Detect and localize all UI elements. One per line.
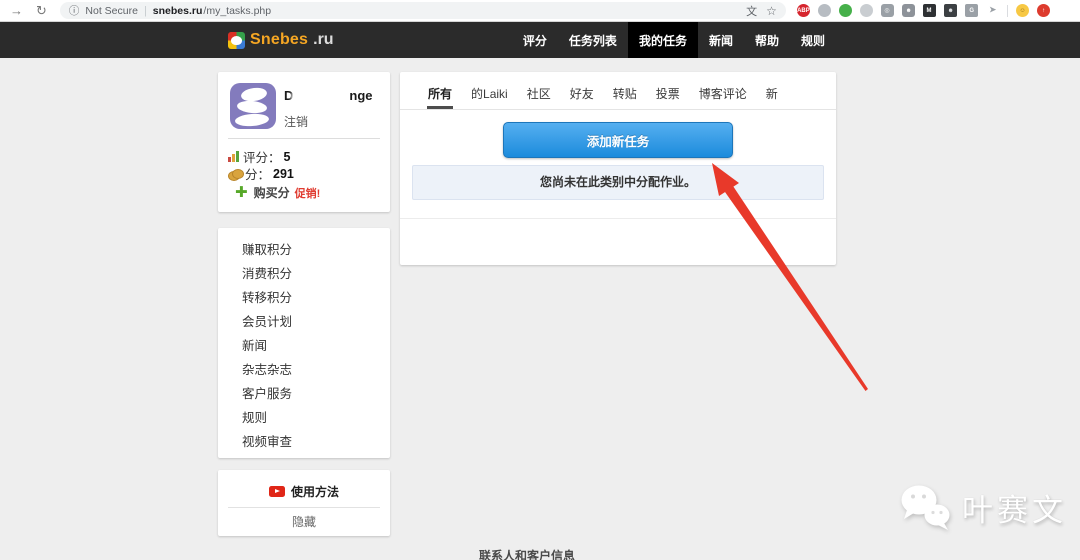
- sidebar-item-spend-points[interactable]: 消费积分: [218, 262, 390, 286]
- plus-icon: ✚: [235, 184, 248, 201]
- sidebar-item-news[interactable]: 新闻: [218, 334, 390, 358]
- nav-item-rating[interactable]: 评分: [512, 22, 558, 58]
- translate-icon[interactable]: 文: [746, 3, 757, 19]
- promo-badge: 促销!: [294, 187, 321, 200]
- browser-window: → ↻ ⓘ Not Secure | snebes.ru /my_tasks.p…: [0, 0, 1080, 560]
- youtube-icon: [268, 486, 285, 497]
- sidebar-item-video-review[interactable]: 视频审查: [218, 430, 390, 454]
- help-card: 使用方法 隐藏: [218, 470, 390, 536]
- smiley-extension-icon[interactable]: ☺: [1015, 4, 1029, 17]
- sidebar-item-rules[interactable]: 规则: [218, 406, 390, 430]
- tab-friends[interactable]: 好友: [569, 72, 595, 109]
- browser-toolbar: → ↻ ⓘ Not Secure | snebes.ru /my_tasks.p…: [0, 0, 1080, 22]
- tab-all[interactable]: 所有: [427, 72, 453, 109]
- hide-link[interactable]: 隐藏: [218, 513, 390, 530]
- sidebar-item-transfer-points[interactable]: 转移积分: [218, 286, 390, 310]
- buy-points-row[interactable]: ✚ 购买分 促销!: [235, 184, 320, 201]
- navbar-menu: 评分 任务列表 我的任务 新闻 帮助 规则: [512, 22, 836, 58]
- security-label: Not Secure: [85, 4, 138, 17]
- category-tabs: 所有 的Laiki 社区 好友 转贴 投票 博客评论新: [400, 72, 836, 110]
- tasks-panel-divider: [400, 218, 836, 219]
- nav-item-rules[interactable]: 规则: [790, 22, 836, 58]
- username-censor-mask: [293, 90, 350, 103]
- sidebar-item-earn-points[interactable]: 赚取积分: [218, 238, 390, 262]
- wechat-icon: [901, 485, 950, 530]
- usage-video-link[interactable]: 使用方法: [218, 483, 390, 500]
- forward-icon[interactable]: →: [10, 4, 23, 17]
- points-row: 分： 291: [228, 164, 294, 183]
- tab-new[interactable]: 新: [765, 72, 779, 109]
- hand-extension-icon[interactable]: [817, 4, 831, 17]
- url-host: snebes.ru: [152, 4, 203, 17]
- tab-repost[interactable]: 转贴: [612, 72, 638, 109]
- google-g-icon[interactable]: G: [964, 4, 978, 17]
- logout-link[interactable]: 注销: [284, 113, 308, 130]
- profile-divider: [228, 138, 380, 139]
- coins-icon: [228, 168, 244, 181]
- username: Dnge: [284, 88, 373, 103]
- person-badge-icon[interactable]: ☻: [943, 4, 957, 17]
- site-logo-icon: [228, 31, 245, 49]
- nav-item-news[interactable]: 新闻: [698, 22, 744, 58]
- empty-category-message: 您尚未在此类别中分配作业。: [412, 165, 824, 200]
- site-logo[interactable]: Snebes .ru: [228, 31, 334, 49]
- nav-item-my-tasks[interactable]: 我的任务: [627, 22, 698, 58]
- extension-icons: ABP ◎ ☻ M ☻ G ➤ ☺ ↑: [796, 4, 1050, 17]
- help-divider: [228, 507, 380, 508]
- nav-item-help[interactable]: 帮助: [744, 22, 790, 58]
- points-value: 291: [273, 166, 294, 181]
- share-arrow-icon[interactable]: ➤: [986, 4, 999, 17]
- user-avatar[interactable]: [230, 83, 276, 129]
- robot-icon[interactable]: ☻: [901, 4, 915, 17]
- site-logo-text: Snebes: [250, 31, 309, 48]
- nav-item-task-list[interactable]: 任务列表: [558, 22, 628, 58]
- rating-value: 5: [283, 149, 291, 164]
- info-icon[interactable]: ⓘ: [69, 3, 80, 18]
- bar-chart-icon: [228, 151, 239, 162]
- profile-avatar-icon[interactable]: ↑: [1036, 4, 1050, 17]
- evernote-icon[interactable]: [838, 4, 852, 17]
- add-task-button[interactable]: 添加新任务: [503, 122, 733, 158]
- sidebar-item-customer-service[interactable]: 客户服务: [218, 382, 390, 406]
- camera-icon[interactable]: ◎: [880, 4, 894, 17]
- address-bar[interactable]: ⓘ Not Secure | snebes.ru /my_tasks.php 文…: [59, 2, 786, 19]
- wechat-watermark: 叶赛文: [898, 482, 1067, 532]
- sidebar-menu: 赚取积分 消费积分 转移积分 会员计划 新闻 杂志杂志 客户服务 规则 视频审查: [218, 238, 390, 454]
- medium-icon[interactable]: M: [922, 4, 936, 17]
- watermark-text: 叶赛文: [962, 492, 1067, 528]
- footer-contact-heading: 联系人和客户信息: [478, 549, 575, 560]
- profile-card: Dnge 注销 评分： 5 分： 291 ✚ 购买分 促销!: [218, 72, 390, 212]
- sidebar-item-magazine[interactable]: 杂志杂志: [218, 358, 390, 382]
- site-navbar: Snebes .ru 评分 任务列表 我的任务 新闻 帮助 规则: [0, 22, 1080, 58]
- sidebar-item-membership-plan[interactable]: 会员计划: [218, 310, 390, 334]
- reload-icon[interactable]: ↻: [36, 4, 47, 17]
- tab-blog-comments[interactable]: 博客评论: [698, 72, 748, 109]
- site-logo-suffix: .ru: [313, 31, 334, 48]
- tasks-panel: 所有 的Laiki 社区 好友 转贴 投票 博客评论新 添加新任务 您尚未在此类别中分配作业…: [400, 72, 836, 265]
- omnibox-divider: |: [143, 4, 147, 17]
- adblock-plus-icon[interactable]: ABP: [796, 4, 810, 17]
- tab-laiki[interactable]: 的Laiki: [470, 72, 509, 109]
- tab-vote[interactable]: 投票: [655, 72, 681, 109]
- sidebar-menu-card: 赚取积分 消费积分 转移积分 会员计划 新闻 杂志杂志 客户服务 规则 视频审查: [218, 228, 390, 458]
- tab-community[interactable]: 社区: [526, 72, 552, 109]
- bookmark-star-icon[interactable]: ☆: [766, 4, 777, 18]
- contrast-circle-icon[interactable]: [859, 4, 873, 17]
- buy-points-link[interactable]: 购买分: [254, 184, 290, 201]
- toolbar-divider[interactable]: [1006, 4, 1008, 17]
- url-path: /my_tasks.php: [203, 4, 272, 17]
